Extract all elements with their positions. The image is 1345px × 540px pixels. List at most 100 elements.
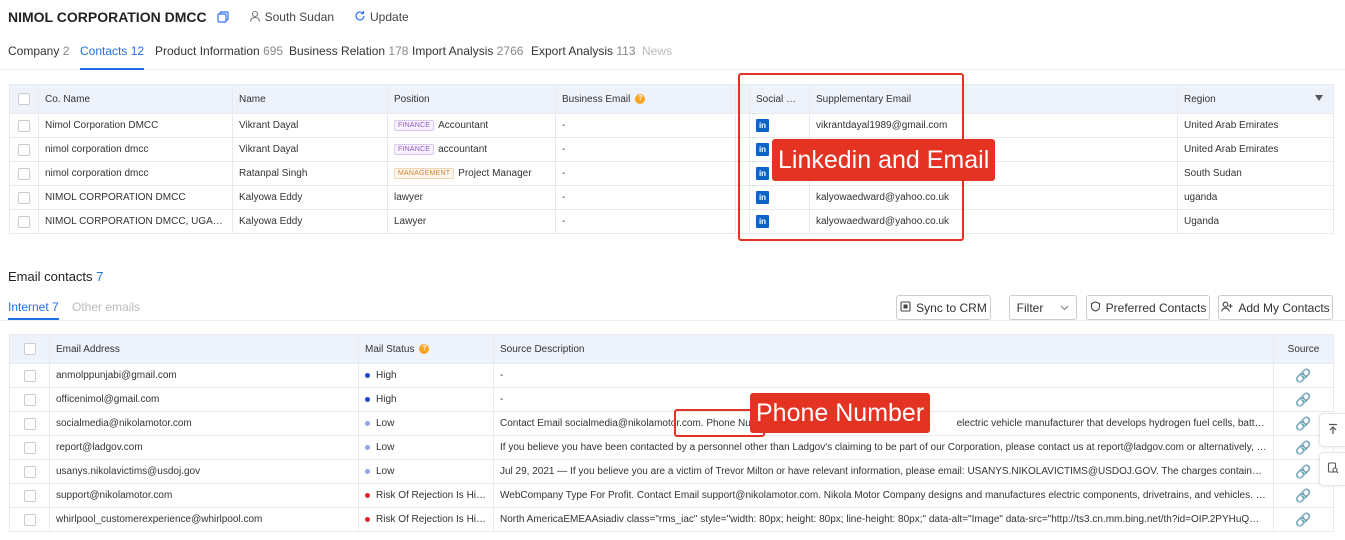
cell-name: Vikrant Dayal: [232, 113, 388, 138]
cell-business-email: -: [555, 137, 736, 162]
update-button[interactable]: Update: [354, 10, 409, 25]
col-co-name: Co. Name: [38, 84, 233, 114]
select-all-checkbox[interactable]: [9, 334, 50, 364]
table-row[interactable]: officenimol@gmail.com High - 🔗: [9, 387, 1334, 412]
sync-icon: [900, 300, 911, 315]
cell-status: Low: [358, 435, 494, 460]
cell-region: uganda: [1177, 185, 1334, 210]
status-dot: [365, 492, 370, 498]
table-row[interactable]: nimol corporation dmcc Ratanpal Singh MA…: [9, 161, 1334, 186]
tab-export-analysis[interactable]: Export Analysis 113: [531, 44, 636, 70]
row-checkbox[interactable]: [9, 387, 50, 412]
row-checkbox[interactable]: [9, 113, 39, 138]
cell-co-name: nimol corporation dmcc: [38, 161, 233, 186]
table-row[interactable]: Nimol Corporation DMCC Vikrant Dayal FIN…: [9, 113, 1334, 138]
cell-source: 🔗: [1273, 363, 1334, 388]
subtab-divider: [0, 320, 1345, 321]
status-dot: [365, 468, 370, 474]
table-row[interactable]: whirlpool_customerexperience@whirlpool.c…: [9, 507, 1334, 532]
cell-status: Risk Of Rejection Is High: [358, 507, 494, 532]
tab-business-relation[interactable]: Business Relation 178: [289, 44, 408, 70]
col-source: Source: [1273, 334, 1334, 364]
help-icon[interactable]: ?: [635, 93, 646, 104]
row-checkbox[interactable]: [9, 161, 39, 186]
tab-company[interactable]: Company 2: [8, 44, 69, 70]
tab-news[interactable]: News: [642, 44, 672, 70]
link-icon[interactable]: 🔗: [1295, 368, 1311, 383]
cell-region: South Sudan: [1177, 161, 1334, 186]
filter-dropdown[interactable]: Filter: [1009, 295, 1077, 320]
table-row[interactable]: report@ladgov.com Low If you believe you…: [9, 435, 1334, 460]
company-header: NIMOL CORPORATION DMCC South Sudan Updat…: [8, 8, 409, 26]
status-dot: [365, 396, 370, 402]
table-row[interactable]: usanys.nikolavictims@usdoj.gov Low Jul 2…: [9, 459, 1334, 484]
position-tag: FINANCE: [394, 143, 435, 155]
table-row[interactable]: nimol corporation dmcc Vikrant Dayal FIN…: [9, 137, 1334, 162]
cell-email: support@nikolamotor.com: [49, 483, 359, 508]
subtab-other-emails[interactable]: Other emails: [72, 300, 140, 320]
row-checkbox[interactable]: [9, 483, 50, 508]
cell-status: Low: [358, 411, 494, 436]
cell-name: Kalyowa Eddy: [232, 209, 388, 234]
table-row[interactable]: NIMOL CORPORATION DMCC Kalyowa Eddy lawy…: [9, 185, 1334, 210]
cell-email: whirlpool_customerexperience@whirlpool.c…: [49, 507, 359, 532]
row-checkbox[interactable]: [9, 185, 39, 210]
row-checkbox[interactable]: [9, 137, 39, 162]
chevron-down-icon: [1060, 302, 1069, 314]
location-text: South Sudan: [264, 10, 334, 24]
location-info: South Sudan: [249, 10, 334, 25]
email-header-row: Email Address Mail Status? Source Descri…: [9, 334, 1334, 364]
link-icon[interactable]: 🔗: [1295, 440, 1311, 455]
tab-product-information[interactable]: Product Information 695: [155, 44, 283, 70]
row-checkbox[interactable]: [9, 435, 50, 460]
table-row[interactable]: anmolppunjabi@gmail.com High - 🔗: [9, 363, 1334, 388]
cell-name: Vikrant Dayal: [232, 137, 388, 162]
row-checkbox[interactable]: [9, 411, 50, 436]
table-row[interactable]: socialmedia@nikolamotor.com Low Contact …: [9, 411, 1334, 436]
tab-import-analysis[interactable]: Import Analysis 2766: [412, 44, 523, 70]
col-source-description: Source Description: [493, 334, 1274, 364]
linkedin-email-annotation: Linkedin and Email: [772, 139, 996, 181]
link-icon[interactable]: 🔗: [1295, 512, 1311, 527]
row-checkbox[interactable]: [9, 363, 50, 388]
cell-region: United Arab Emirates: [1177, 137, 1334, 162]
link-icon[interactable]: 🔗: [1295, 464, 1311, 479]
add-my-contacts-button[interactable]: Add My Contacts: [1218, 295, 1333, 320]
cell-status: High: [358, 387, 494, 412]
cell-description: If you believe you have been contacted b…: [493, 435, 1274, 460]
help-icon[interactable]: ?: [419, 343, 430, 354]
document-search-icon: [1327, 461, 1339, 477]
row-checkbox[interactable]: [9, 459, 50, 484]
preferred-contacts-button[interactable]: Preferred Contacts: [1086, 295, 1210, 320]
col-name: Name: [232, 84, 388, 114]
link-icon[interactable]: 🔗: [1295, 392, 1311, 407]
link-icon[interactable]: 🔗: [1295, 488, 1311, 503]
contacts-table: Co. Name Name Position Business Email? S…: [9, 84, 1334, 234]
copy-icon[interactable]: [216, 11, 229, 23]
subtab-internet[interactable]: Internet 7: [8, 300, 59, 320]
table-row[interactable]: support@nikolamotor.com Risk Of Rejectio…: [9, 483, 1334, 508]
arrow-up-icon: [1327, 423, 1339, 438]
row-checkbox[interactable]: [9, 209, 39, 234]
row-checkbox[interactable]: [9, 507, 50, 532]
update-label: Update: [370, 10, 409, 24]
scroll-top-button[interactable]: [1319, 413, 1345, 447]
company-title: NIMOL CORPORATION DMCC: [8, 9, 207, 25]
cell-description: North AmericaEMEAAsiadiv class="rms_iac"…: [493, 507, 1274, 532]
cell-position: MANAGEMENT Project Manager: [387, 161, 556, 186]
cell-status: Low: [358, 459, 494, 484]
cell-status: High: [358, 363, 494, 388]
table-row[interactable]: NIMOL CORPORATION DMCC, UGANDA PRI... Ka…: [9, 209, 1334, 234]
cell-description: -: [493, 363, 1274, 388]
cell-email: report@ladgov.com: [49, 435, 359, 460]
cell-name: Kalyowa Eddy: [232, 185, 388, 210]
cell-description: WebCompany Type For Profit. Contact Emai…: [493, 483, 1274, 508]
select-all-checkbox[interactable]: [9, 84, 39, 114]
tab-contacts[interactable]: Contacts 12: [80, 44, 145, 70]
filter-icon[interactable]: [1315, 95, 1323, 101]
link-icon[interactable]: 🔗: [1295, 416, 1311, 431]
col-position: Position: [387, 84, 556, 114]
feedback-button[interactable]: [1319, 452, 1345, 486]
cell-position: FINANCE accountant: [387, 137, 556, 162]
sync-to-crm-button[interactable]: Sync to CRM: [896, 295, 991, 320]
